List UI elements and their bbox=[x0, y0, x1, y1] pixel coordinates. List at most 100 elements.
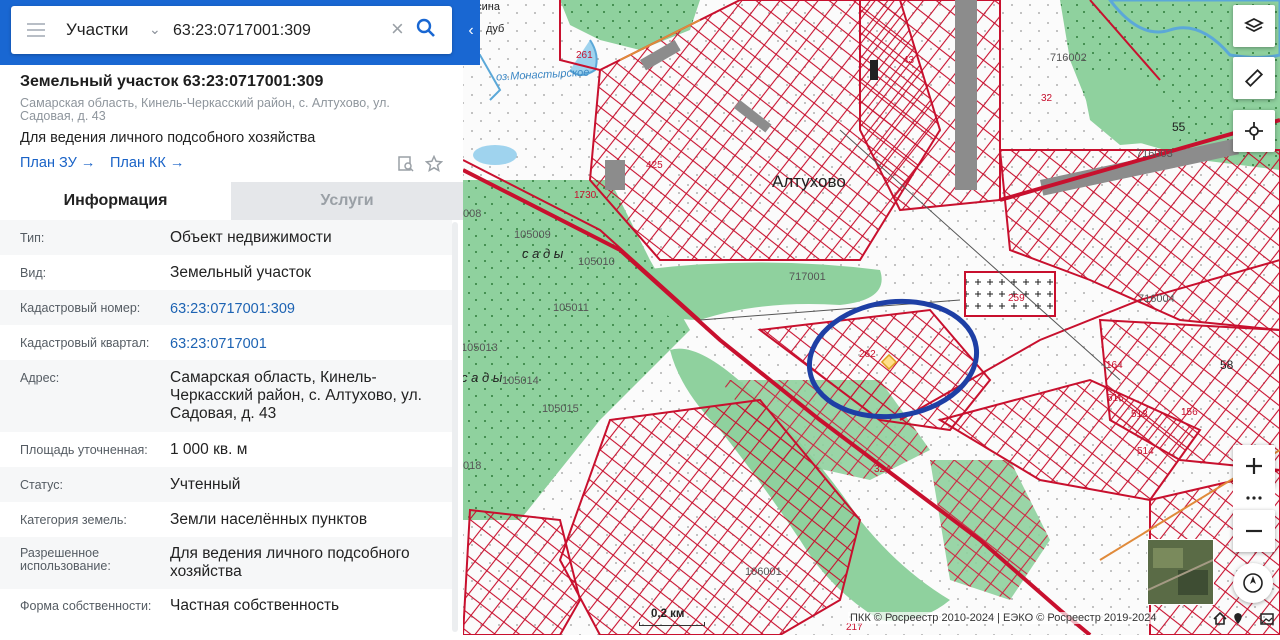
info-row: Кадастровый квартал: 63:23:0717001 bbox=[0, 325, 452, 360]
parcel-label: 55 bbox=[1172, 120, 1186, 134]
info-value: Земельный участок bbox=[170, 264, 312, 281]
minus-icon bbox=[1246, 529, 1262, 533]
info-row: Разрешенное использование: Для ведения л… bbox=[0, 537, 452, 589]
compass-icon bbox=[1243, 573, 1263, 593]
cadastral-label: 106001 bbox=[745, 566, 782, 578]
search-box: Участки ⌄ × bbox=[11, 6, 452, 54]
plot-use: Для ведения личного подсобного хозяйства bbox=[20, 130, 316, 146]
parcel-label: 425 bbox=[646, 160, 663, 171]
cadastral-label: 008 bbox=[463, 208, 482, 220]
parcel-label: 261 bbox=[576, 50, 593, 61]
info-label: Адрес: bbox=[20, 371, 60, 385]
parcel-label: 514 bbox=[1137, 446, 1154, 457]
search-input[interactable] bbox=[171, 14, 385, 48]
cadastral-label: 018 bbox=[463, 460, 482, 472]
crosshair-icon bbox=[1245, 122, 1263, 140]
info-value: Земли населённых пунктов bbox=[170, 511, 368, 528]
info-label: Статус: bbox=[20, 478, 63, 492]
info-row: Площадь уточненная: 1 000 кв. м bbox=[0, 432, 452, 467]
search-header: Участки ⌄ × ‹ bbox=[0, 0, 480, 65]
cadastral-label: 105013 bbox=[461, 342, 498, 354]
basemap-switcher-thumbnail[interactable] bbox=[1147, 539, 1214, 605]
cadastral-label: 105011 bbox=[553, 302, 589, 314]
plan-kk-link[interactable]: План КК → bbox=[110, 155, 184, 171]
plus-icon bbox=[1246, 458, 1262, 474]
layer-select[interactable]: Участки bbox=[66, 20, 128, 40]
cadastral-quarter-link[interactable]: 63:23:0717001 bbox=[170, 335, 450, 353]
zoom-out-button[interactable] bbox=[1233, 510, 1275, 552]
layers-button[interactable] bbox=[1233, 5, 1275, 47]
parcel-label: 1730 bbox=[574, 190, 597, 201]
plot-title: Земельный участок 63:23:0717001:309 bbox=[20, 73, 324, 90]
info-label: Тип: bbox=[20, 231, 45, 245]
pin-icon[interactable] bbox=[1232, 612, 1244, 630]
clear-icon[interactable]: × bbox=[391, 16, 404, 42]
info-value: Для ведения личного подсобного хозяйства bbox=[170, 545, 410, 580]
info-value: Частная собственность bbox=[170, 597, 340, 614]
info-row: Тип: Объект недвижимости bbox=[0, 220, 452, 255]
info-value: Самарская область, Кинель-Черкасский рай… bbox=[170, 369, 422, 422]
tab-services[interactable]: Услуги bbox=[231, 182, 463, 220]
home-icon[interactable] bbox=[1213, 611, 1227, 630]
tree-label: дуб bbox=[486, 23, 505, 35]
photo-icon[interactable] bbox=[1260, 612, 1274, 630]
cadastral-label: 105014 bbox=[502, 375, 539, 387]
scale-label: 0,2 км bbox=[651, 608, 685, 620]
document-search-icon[interactable] bbox=[397, 155, 415, 178]
plot-address: Самарская область, Кинель-Черкасский рай… bbox=[20, 96, 390, 123]
arrow-right-icon: → bbox=[169, 155, 185, 171]
info-row: Форма собственности: Частная собственнос… bbox=[0, 589, 452, 624]
ruler-button[interactable] bbox=[1233, 57, 1275, 99]
scrollbar[interactable] bbox=[452, 222, 458, 632]
parcel-label: 43 bbox=[903, 55, 915, 66]
info-panel: Участки ⌄ × ‹ Земельный участок 63:23:07… bbox=[0, 0, 480, 635]
tab-info[interactable]: Информация bbox=[0, 182, 231, 220]
map-attribution: ПКК © Росреестр 2010-2024 | ЕЭКО © Росре… bbox=[848, 612, 1159, 624]
parcel-label: 516 bbox=[1107, 393, 1124, 404]
parcel-label: 156 bbox=[1181, 407, 1198, 418]
info-table: Тип: Объект недвижимости Вид: Земельный … bbox=[0, 220, 452, 624]
star-icon[interactable] bbox=[424, 154, 444, 178]
info-label: Вид: bbox=[20, 266, 47, 280]
arrow-right-icon: → bbox=[80, 155, 96, 171]
parcel-label: 58 bbox=[1220, 358, 1234, 372]
scale-bar bbox=[639, 622, 705, 626]
chevron-down-icon[interactable]: ⌄ bbox=[149, 21, 161, 38]
info-label: Разрешенное использование: bbox=[20, 546, 111, 573]
info-value: 1 000 кв. м bbox=[170, 441, 248, 458]
cadastral-label: 716002 bbox=[1050, 52, 1087, 64]
info-label: Форма собственности: bbox=[20, 599, 152, 613]
menu-icon[interactable] bbox=[27, 23, 45, 37]
village-label: Алтухово bbox=[772, 172, 846, 191]
compass-button[interactable] bbox=[1233, 563, 1273, 603]
plan-zu-link[interactable]: План ЗУ → bbox=[20, 155, 95, 171]
info-label: Площадь уточненная: bbox=[20, 443, 148, 457]
info-row: Кадастровый номер: 63:23:0717001:309 bbox=[0, 290, 452, 325]
info-value: Учтенный bbox=[170, 476, 241, 493]
parcel-label: 32 bbox=[1041, 93, 1053, 104]
cadastral-label: 717001 bbox=[789, 271, 826, 283]
parcel-label: 262 bbox=[859, 349, 876, 360]
satellite-thumbnail bbox=[1148, 540, 1213, 604]
collapse-panel-button[interactable]: ‹ bbox=[462, 14, 480, 48]
parcel-label: 324 bbox=[874, 464, 891, 475]
cadastral-number-link[interactable]: 63:23:0717001:309 bbox=[170, 300, 450, 318]
gardens-label: с а д ы bbox=[522, 246, 564, 261]
parcel-label: 164 bbox=[1106, 360, 1123, 371]
layers-icon bbox=[1244, 17, 1264, 33]
more-dots-icon bbox=[1246, 496, 1262, 500]
cadastral-label: 105015 bbox=[542, 403, 579, 415]
info-label: Категория земель: bbox=[20, 513, 127, 527]
gardens-label: с а д ы bbox=[461, 370, 503, 385]
locate-button[interactable] bbox=[1233, 110, 1275, 152]
info-label: Кадастровый номер: bbox=[20, 301, 141, 315]
cadastral-label: 716003 bbox=[1136, 148, 1173, 160]
cadastral-label: 716004 bbox=[1138, 293, 1175, 305]
search-icon[interactable] bbox=[416, 18, 436, 43]
cadastral-label: 105010 bbox=[578, 256, 615, 268]
parcel-label: 259 bbox=[1008, 293, 1025, 304]
tab-bar: Информация Услуги bbox=[0, 182, 463, 220]
info-value: Объект недвижимости bbox=[170, 229, 332, 246]
cadastral-label: 105009 bbox=[514, 229, 551, 241]
parcel-label: 513 bbox=[1131, 409, 1148, 420]
